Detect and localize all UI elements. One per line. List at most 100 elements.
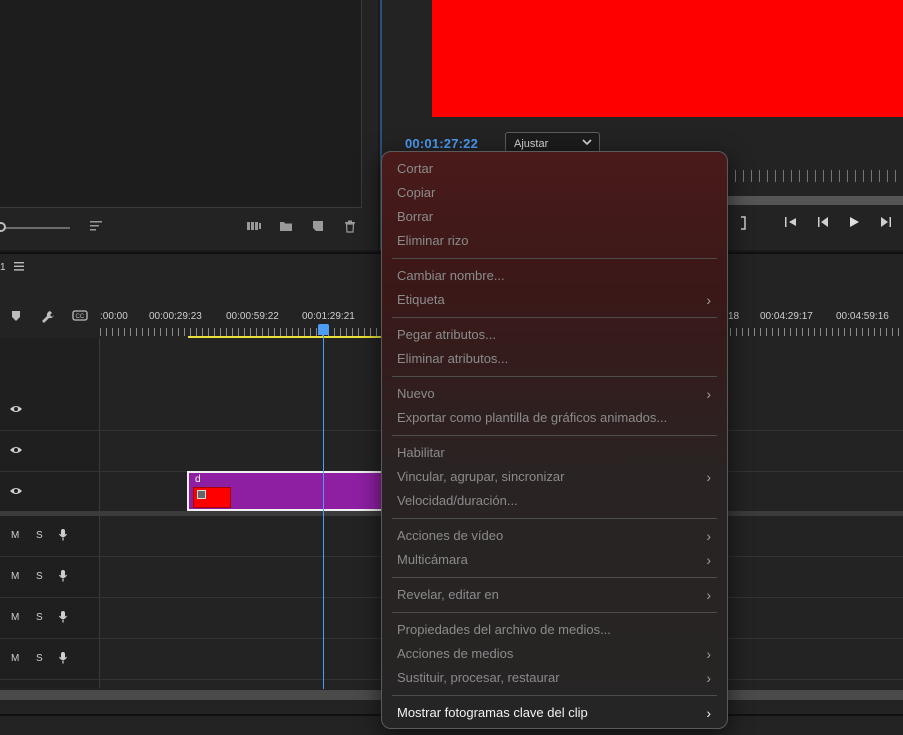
menu-separator — [392, 258, 717, 259]
clip-thumbnail — [193, 487, 231, 508]
microphone-icon[interactable] — [58, 569, 68, 585]
menu-item-cortar[interactable]: Cortar — [382, 157, 727, 181]
menu-item-label: Copiar — [397, 185, 436, 200]
ruler-label: :00:00 — [100, 311, 128, 322]
automate-to-sequence-icon[interactable] — [246, 220, 262, 236]
go-to-in-icon[interactable] — [782, 216, 800, 231]
step-forward-icon[interactable] — [877, 216, 895, 231]
microphone-icon[interactable] — [58, 651, 68, 667]
chevron-right-icon: › — [706, 528, 711, 544]
menu-item-sustituir-procesar-restaurar[interactable]: Sustituir, procesar, restaurar › — [382, 666, 727, 690]
menu-separator — [392, 317, 717, 318]
ruler-label: 00:04:59:16 — [836, 311, 889, 322]
menu-item-label: Revelar, editar en — [397, 587, 499, 602]
chevron-right-icon: › — [706, 646, 711, 662]
menu-item-eliminar-rizo[interactable]: Eliminar rizo — [382, 229, 727, 253]
menu-item-exportar-como-plantilla-de-graficos-animados[interactable]: Exportar como plantilla de gráficos anim… — [382, 406, 727, 430]
menu-item-cambiar-nombre[interactable]: Cambiar nombre... — [382, 264, 727, 288]
program-zoom-scrollbar[interactable] — [727, 196, 903, 205]
mark-out-icon[interactable] — [734, 216, 752, 233]
menu-item-label: Pegar atributos... — [397, 327, 496, 342]
menu-item-label: Borrar — [397, 209, 434, 224]
menu-item-label: Habilitar — [397, 445, 445, 460]
menu-separator — [392, 612, 717, 613]
work-area-bar[interactable] — [188, 336, 388, 338]
menu-item-label: Propiedades del archivo de medios... — [397, 622, 611, 637]
menu-item-velocidad-duracion[interactable]: Velocidad/duración... — [382, 489, 727, 513]
menu-item-label: Etiqueta — [397, 292, 445, 307]
menu-item-propiedades-del-archivo-de-medios[interactable]: Propiedades del archivo de medios... — [382, 618, 727, 642]
menu-item-etiqueta[interactable]: Etiqueta › — [382, 288, 727, 312]
program-video-frame — [432, 0, 903, 117]
fit-dropdown-value: Ajustar — [514, 138, 549, 150]
chevron-right-icon: › — [706, 469, 711, 485]
step-back-icon[interactable] — [814, 216, 832, 231]
menu-item-label: Sustituir, procesar, restaurar — [397, 670, 560, 685]
chevron-right-icon: › — [706, 705, 711, 721]
mute-button[interactable]: M — [11, 653, 19, 664]
menu-item-mostrar-fotogramas-clave-del-clip[interactable]: Mostrar fotogramas clave del clip › — [382, 701, 727, 725]
menu-item-label: Cortar — [397, 161, 434, 176]
mute-button[interactable]: M — [11, 530, 19, 541]
chevron-right-icon: › — [706, 552, 711, 568]
eye-icon[interactable] — [9, 444, 23, 458]
menu-item-revelar-editar-en[interactable]: Revelar, editar en › — [382, 583, 727, 607]
solo-button[interactable]: S — [36, 571, 43, 582]
sequence-tab[interactable]: 1 — [0, 262, 6, 273]
menu-item-label: Exportar como plantilla de gráficos anim… — [397, 410, 668, 425]
chevron-right-icon: › — [706, 386, 711, 402]
menu-item-label: Vincular, agrupar, sincronizar — [397, 469, 565, 484]
menu-item-vincular-agrupar-sincronizar[interactable]: Vincular, agrupar, sincronizar › — [382, 465, 727, 489]
playhead-timecode[interactable]: 00:01:27:22 — [405, 136, 478, 151]
wrench-icon[interactable] — [40, 310, 56, 327]
menu-separator — [392, 518, 717, 519]
trash-icon[interactable] — [342, 220, 358, 236]
add-marker-icon[interactable] — [8, 310, 24, 325]
chevron-right-icon: › — [706, 587, 711, 603]
mute-button[interactable]: M — [11, 612, 19, 623]
fx-badge-icon — [197, 490, 206, 499]
menu-item-copiar[interactable]: Copiar — [382, 181, 727, 205]
svg-text:CC: CC — [76, 314, 85, 320]
menu-item-acciones-de-video[interactable]: Acciones de vídeo › — [382, 524, 727, 548]
microphone-icon[interactable] — [58, 610, 68, 626]
menu-item-multicamara[interactable]: Multicámara › — [382, 548, 727, 572]
chevron-right-icon: › — [706, 670, 711, 686]
menu-item-habilitar[interactable]: Habilitar — [382, 441, 727, 465]
menu-item-acciones-de-medios[interactable]: Acciones de medios › — [382, 642, 727, 666]
menu-separator — [392, 435, 717, 436]
solo-button[interactable]: S — [36, 530, 43, 541]
microphone-icon[interactable] — [58, 528, 68, 544]
eye-icon[interactable] — [9, 485, 23, 499]
ruler-label: 00:04:29:17 — [760, 311, 813, 322]
timeline-clip[interactable]: d — [187, 471, 382, 511]
menu-item-pegar-atributos[interactable]: Pegar atributos... — [382, 323, 727, 347]
menu-item-borrar[interactable]: Borrar — [382, 205, 727, 229]
zoom-slider-track[interactable] — [0, 227, 70, 229]
ruler-label: 00:01:29:21 — [302, 311, 355, 322]
new-item-icon[interactable] — [310, 220, 326, 236]
menu-separator — [392, 577, 717, 578]
solo-button[interactable]: S — [36, 612, 43, 623]
clip-name: d — [195, 474, 201, 485]
project-content-area — [0, 0, 362, 208]
menu-item-nuevo[interactable]: Nuevo › — [382, 382, 727, 406]
sort-icon[interactable] — [88, 220, 104, 236]
menu-item-eliminar-atributos[interactable]: Eliminar atributos... — [382, 347, 727, 371]
menu-item-label: Mostrar fotogramas clave del clip — [397, 705, 588, 720]
captions-icon[interactable]: CC — [72, 310, 88, 324]
menu-item-label: Acciones de vídeo — [397, 528, 504, 543]
panel-menu-icon[interactable] — [14, 260, 24, 274]
solo-button[interactable]: S — [36, 653, 43, 664]
zoom-slider-handle[interactable] — [0, 222, 6, 232]
program-mini-ruler[interactable] — [727, 170, 903, 182]
menu-item-label: Cambiar nombre... — [397, 268, 505, 283]
menu-item-label: Eliminar atributos... — [397, 351, 509, 366]
playhead-line[interactable] — [323, 334, 324, 689]
ruler-label: 18 — [728, 311, 740, 322]
play-icon[interactable] — [845, 216, 863, 231]
new-bin-icon[interactable] — [278, 220, 294, 236]
eye-icon[interactable] — [9, 403, 23, 417]
menu-item-label: Eliminar rizo — [397, 233, 469, 248]
mute-button[interactable]: M — [11, 571, 19, 582]
